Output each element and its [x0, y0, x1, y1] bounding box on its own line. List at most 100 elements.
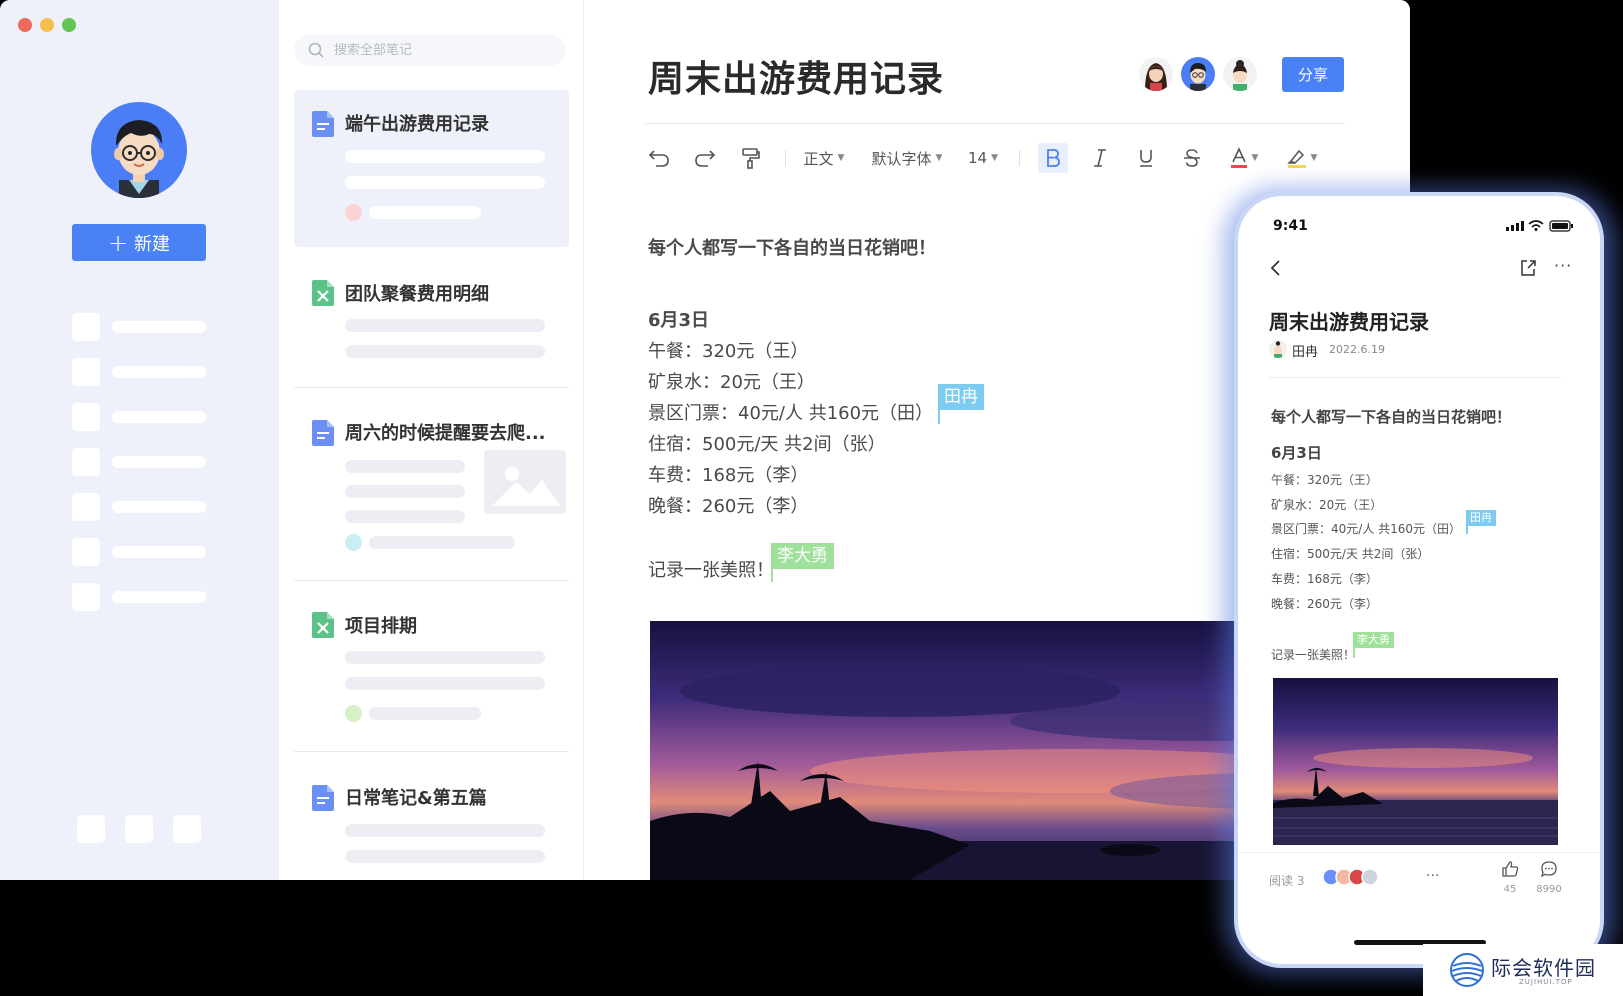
mobile-paragraph: 住宿：500元/天 共2间（张） — [1271, 547, 1430, 561]
status-time: 9:41 — [1273, 218, 1308, 234]
preview-placeholder — [345, 850, 545, 863]
sidebar-bottom-button[interactable] — [173, 815, 201, 843]
collaborator-avatar-illustration — [1233, 60, 1247, 91]
sidebar-bottom-button[interactable] — [125, 815, 153, 843]
author-avatar — [1269, 340, 1287, 358]
paragraph: 晚餐：260元（李） — [648, 496, 809, 517]
italic-button[interactable] — [1086, 140, 1114, 176]
bold-icon — [1047, 149, 1060, 167]
note-item[interactable]: 团队聚餐费用明细 — [294, 262, 569, 382]
mobile-paragraph: 6月3日 — [1271, 444, 1322, 462]
sidebar-item[interactable] — [72, 358, 208, 386]
comment-icon — [1540, 861, 1557, 878]
undo-button[interactable] — [645, 140, 673, 176]
font-size-value: 14 — [967, 149, 988, 167]
collaborator-dot — [345, 204, 362, 221]
note-item[interactable]: 日常笔记&第五篇 — [294, 768, 569, 880]
new-note-button[interactable]: + 新建 — [72, 224, 206, 261]
highlight-color-button[interactable]: ▼ — [1281, 140, 1323, 176]
sidebar-item[interactable] — [72, 448, 208, 476]
collaborator-cursor — [938, 398, 940, 424]
paragraph: 每个人都写一下各自的当日花销吧！ — [648, 238, 936, 259]
font-family-select[interactable]: 默认字体 ▼ — [866, 140, 948, 176]
preview-placeholder — [345, 651, 545, 664]
search-input[interactable] — [334, 42, 534, 58]
mobile-sunset-photo-image — [1273, 678, 1558, 845]
collaborator-cursor-label: 田冉 — [938, 384, 984, 410]
watermark-logo-icon — [1450, 953, 1484, 987]
paragraph: 记录一张美照！ — [648, 560, 774, 581]
mobile-paragraph: 午餐：320元（王） — [1271, 473, 1378, 487]
collaborator-cursor-label: 李大勇 — [1353, 632, 1394, 648]
font-color-button[interactable]: ▼ — [1224, 140, 1264, 176]
sidebar-bottom-button[interactable] — [77, 815, 105, 843]
preview-placeholder — [345, 824, 545, 837]
collaborator-dot — [345, 534, 362, 551]
collaborator-cursor — [1353, 640, 1355, 658]
collaborator-avatar-illustration — [1145, 63, 1167, 91]
watermark-name: 际会软件园 — [1491, 956, 1596, 980]
format-painter-icon — [742, 148, 760, 169]
sidebar-item[interactable] — [72, 313, 208, 341]
like-button[interactable]: 45 — [1495, 860, 1525, 900]
note-title: 项目排期 — [345, 616, 417, 637]
share-label: 分享 — [1297, 66, 1328, 84]
strikethrough-icon — [1184, 149, 1200, 167]
doc-file-icon — [312, 111, 334, 137]
mobile-paragraph: 每个人都写一下各自的当日花销吧！ — [1271, 408, 1512, 426]
sidebar-item[interactable] — [72, 538, 208, 566]
highlighter-icon — [1286, 149, 1306, 168]
user-avatar[interactable] — [91, 102, 187, 198]
mobile-paragraph: 晚餐：260元（李） — [1271, 597, 1378, 611]
sidebar-item[interactable] — [72, 583, 208, 611]
search-bar[interactable] — [294, 34, 566, 66]
comment-button[interactable]: 8990 — [1534, 860, 1564, 900]
new-note-label: 新建 — [134, 233, 171, 255]
more-options-icon[interactable]: ··· — [1426, 868, 1439, 884]
preview-placeholder — [345, 319, 545, 332]
paragraph-style-select[interactable]: 正文 ▼ — [799, 140, 849, 176]
collaborator-avatar[interactable] — [1139, 57, 1173, 91]
underline-button[interactable] — [1132, 140, 1160, 176]
divider — [294, 751, 569, 752]
zoom-window-button[interactable] — [62, 18, 76, 32]
undo-icon — [648, 150, 669, 167]
mobile-paragraph: 记录一张美照！ — [1271, 648, 1356, 662]
search-icon — [308, 42, 324, 58]
caret-down-icon: ▼ — [1251, 153, 1259, 163]
note-item[interactable]: 周六的时候提醒要去爬... — [294, 404, 569, 574]
mobile-sunset-photo[interactable] — [1273, 678, 1558, 845]
strikethrough-button[interactable] — [1178, 140, 1206, 176]
note-title: 端午出游费用记录 — [345, 114, 489, 135]
close-window-button[interactable] — [18, 18, 32, 32]
title-divider — [645, 123, 1345, 124]
note-item[interactable]: 项目排期 — [294, 596, 569, 746]
collaborator-avatar[interactable] — [1223, 57, 1257, 91]
mobile-document-title: 周末出游费用记录 — [1269, 310, 1429, 334]
share-icon[interactable] — [1518, 258, 1538, 278]
sidebar-item[interactable] — [72, 493, 208, 521]
document-title[interactable]: 周末出游费用记录 — [648, 50, 944, 102]
note-item[interactable]: 端午出游费用记录 — [294, 90, 569, 247]
preview-placeholder — [345, 460, 465, 473]
divider — [1238, 852, 1600, 853]
more-options-icon[interactable]: ··· — [1554, 256, 1576, 276]
italic-icon — [1094, 149, 1106, 167]
minimize-window-button[interactable] — [40, 18, 54, 32]
font-size-select[interactable]: 14 ▼ — [965, 140, 1001, 176]
toolbar-divider — [1019, 150, 1020, 166]
collaborator-avatar[interactable] — [1181, 57, 1215, 91]
mobile-preview: 9:41 ··· 周末出游费用记录 田冉 2022.6.19 每个人都写一下各自… — [1238, 196, 1600, 964]
desktop-window: + 新建 端午出游费用 — [0, 0, 1410, 880]
redo-button[interactable] — [691, 140, 719, 176]
paragraph: 车费：168元（李） — [648, 465, 809, 486]
preview-placeholder — [345, 345, 545, 358]
back-arrow-icon[interactable] — [1266, 258, 1286, 278]
share-button[interactable]: 分享 — [1282, 57, 1344, 92]
format-painter-button[interactable] — [737, 140, 765, 176]
preview-placeholder — [345, 485, 465, 498]
preview-placeholder — [369, 206, 481, 219]
bold-button[interactable] — [1038, 143, 1068, 173]
sidebar-item[interactable] — [72, 403, 208, 431]
watermark: 际会软件园 ZUJIHUI.TOP — [1423, 944, 1623, 996]
